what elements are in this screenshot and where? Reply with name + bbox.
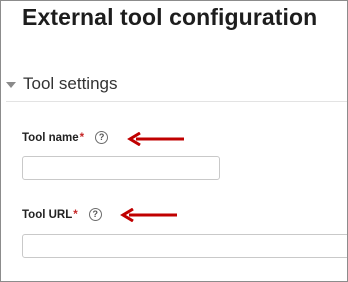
tool-url-label: Tool URL bbox=[22, 208, 73, 221]
tool-name-input[interactable] bbox=[22, 156, 220, 180]
tool-name-label-row: Tool name * ? bbox=[22, 131, 109, 144]
help-icon[interactable]: ? bbox=[88, 208, 102, 221]
tool-name-label: Tool name bbox=[22, 131, 79, 144]
section-header-tool-settings[interactable]: Tool settings bbox=[6, 72, 118, 96]
section-title: Tool settings bbox=[23, 74, 118, 93]
section-divider bbox=[6, 101, 347, 102]
red-arrow-icon bbox=[127, 132, 184, 146]
required-asterisk: * bbox=[73, 208, 78, 221]
help-icon[interactable]: ? bbox=[95, 131, 109, 144]
red-arrow-icon bbox=[120, 208, 177, 222]
required-asterisk: * bbox=[79, 131, 85, 144]
screenshot-frame: External tool configuration Tool setting… bbox=[0, 0, 348, 282]
collapse-triangle-icon[interactable] bbox=[6, 81, 16, 88]
tool-url-label-row: Tool URL * ? bbox=[22, 208, 102, 221]
tool-url-input[interactable] bbox=[22, 234, 347, 258]
page-title: External tool configuration bbox=[22, 4, 318, 30]
